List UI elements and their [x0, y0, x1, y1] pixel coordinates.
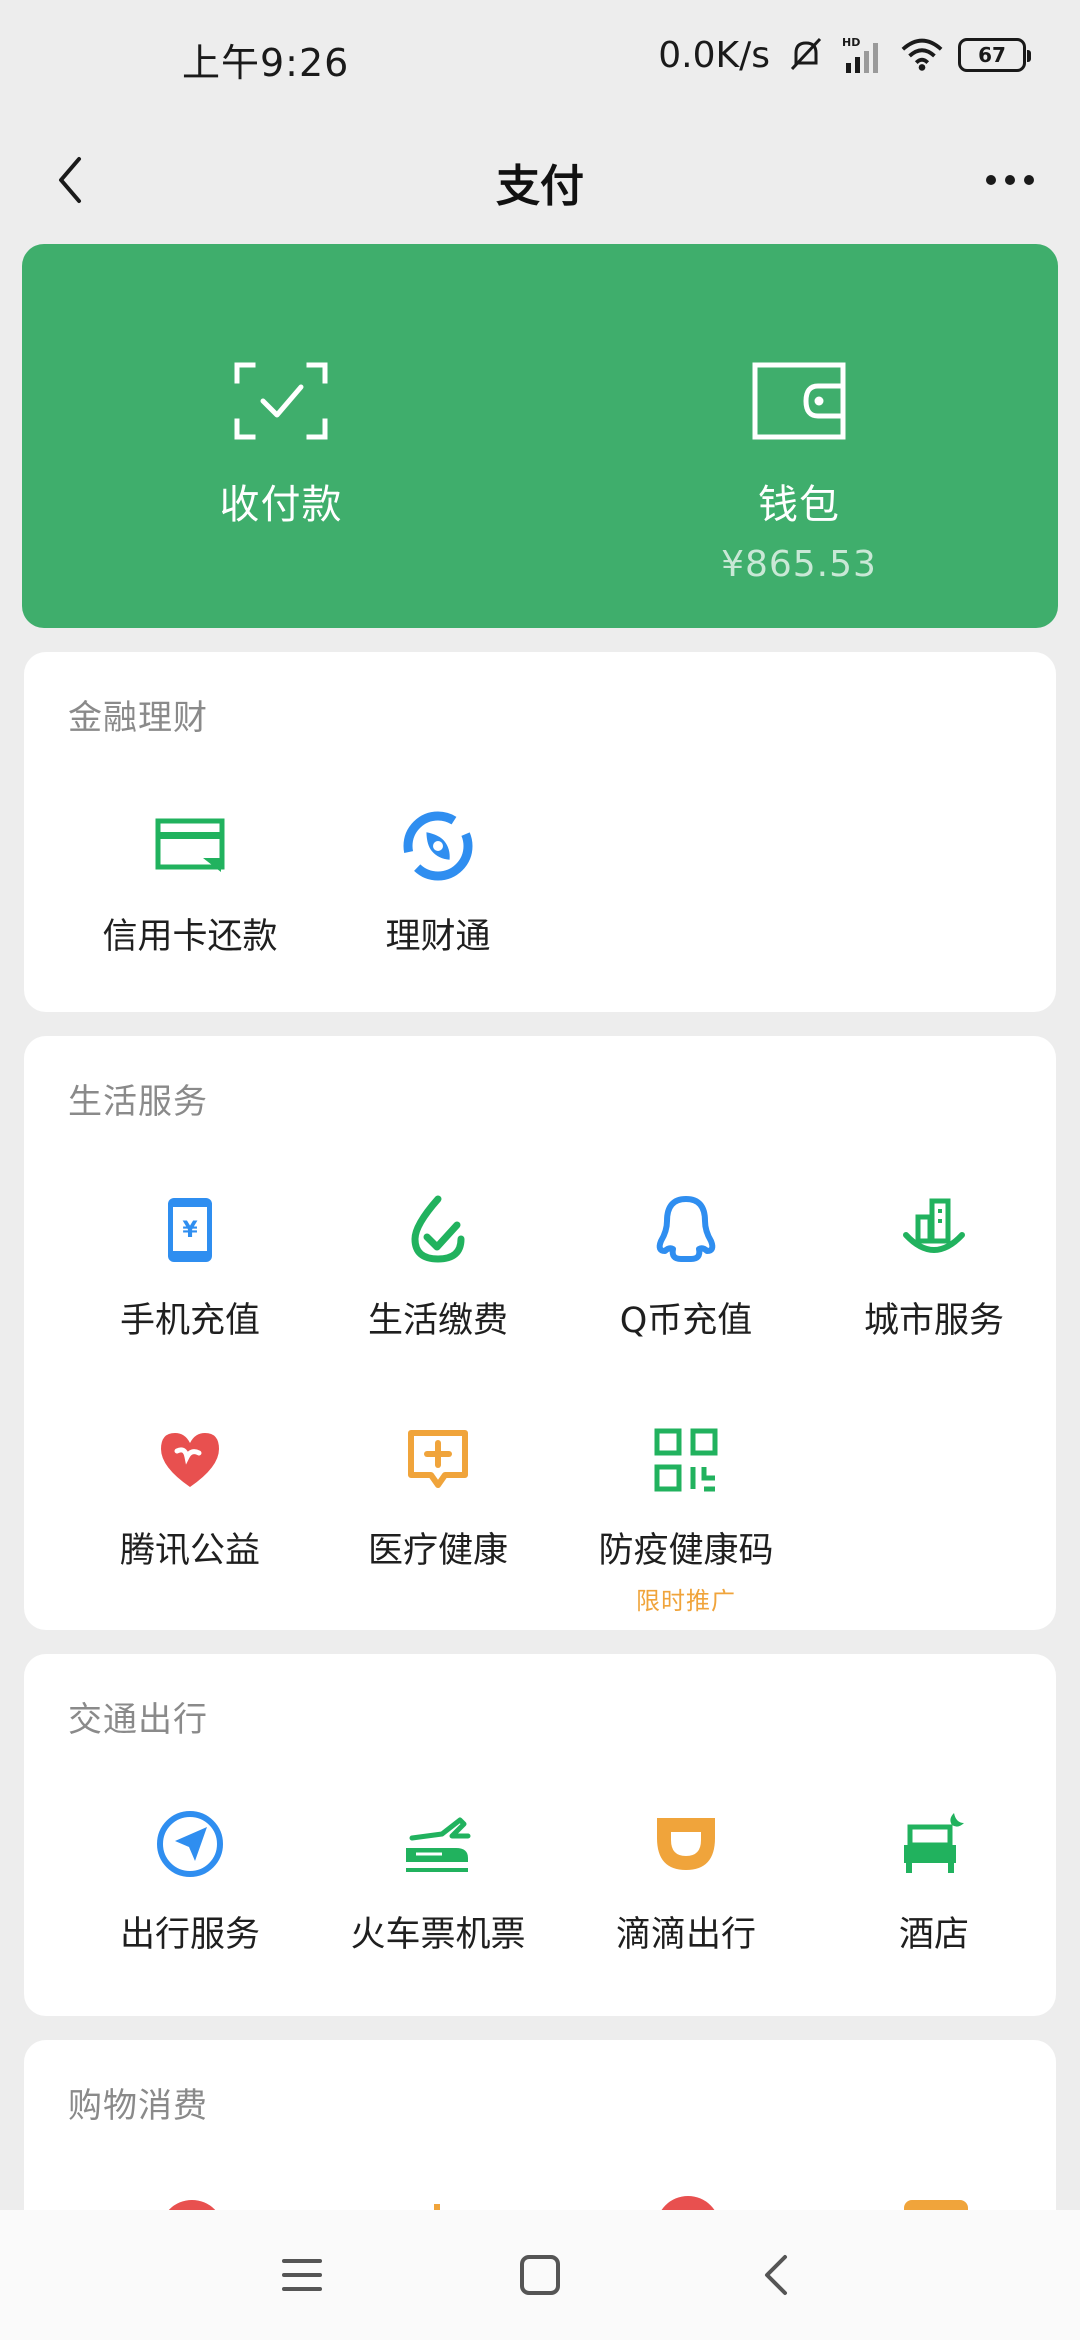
- qq-penguin-icon: [646, 1190, 726, 1270]
- grid-item-label: 酒店: [898, 1915, 969, 1955]
- home-square-icon: [520, 2255, 560, 2295]
- scan-check-icon: [231, 356, 331, 446]
- grid-item-label: 手机充值: [119, 1301, 260, 1341]
- grid-item-label: 腾讯公益: [119, 1531, 260, 1571]
- grid-item-wealth[interactable]: 理财通: [314, 806, 562, 959]
- grid-item-train-plane[interactable]: 火车票机票: [314, 1804, 562, 1957]
- promo-badge: 限时推广: [636, 1587, 736, 1615]
- svg-text:HD: HD: [842, 36, 860, 49]
- wallet-icon: [749, 356, 849, 446]
- grid-item-label: 出行服务: [119, 1915, 260, 1955]
- section-title: 金融理财: [68, 698, 208, 738]
- grid-item-health-code[interactable]: 防疫健康码 限时推广: [562, 1420, 810, 1616]
- wifi-icon: [900, 33, 944, 77]
- grid-item-hotel[interactable]: 酒店: [810, 1804, 1058, 1957]
- grid-item-label: 信用卡还款: [102, 917, 278, 957]
- grid-item-city-service[interactable]: 城市服务: [810, 1190, 1058, 1343]
- status-time: 上午9:26: [182, 41, 350, 85]
- didi-icon: [646, 1804, 726, 1884]
- page-title: 支付: [496, 161, 584, 212]
- grid-item-label: 生活缴费: [367, 1301, 508, 1341]
- battery-icon: 67: [958, 38, 1031, 72]
- mute-bell-icon: [784, 33, 828, 77]
- grid-item-qcoin[interactable]: Q币充值: [562, 1190, 810, 1343]
- grid-item-label: 防疫健康码: [598, 1531, 774, 1571]
- compass-icon: [150, 1804, 230, 1884]
- grid-item-didi[interactable]: 滴滴出行: [562, 1804, 810, 1957]
- phone-topup-icon: ¥: [150, 1190, 230, 1270]
- grid-item-label: 理财通: [385, 917, 491, 957]
- section-title: 购物消费: [68, 2086, 208, 2126]
- wallet-balance: ¥865.53: [721, 544, 877, 585]
- grid-item-label: 火车票机票: [350, 1915, 526, 1955]
- grid-item-medical[interactable]: 医疗健康: [314, 1420, 562, 1573]
- back-chevron-icon: [765, 2255, 787, 2295]
- menu-button[interactable]: [262, 2240, 342, 2310]
- battery-level: 67: [978, 43, 1006, 67]
- grid-item-charity[interactable]: 腾讯公益: [66, 1420, 314, 1573]
- credit-card-icon: [150, 806, 230, 886]
- grid-item-phone-topup[interactable]: ¥ 手机充值: [66, 1190, 314, 1343]
- grid-item-label: Q币充值: [619, 1301, 753, 1341]
- svg-text:¥: ¥: [182, 1218, 198, 1243]
- menu-icon: [282, 2259, 322, 2291]
- utility-bill-icon: [398, 1190, 478, 1270]
- train-plane-icon: [398, 1804, 478, 1884]
- more-dots-icon: [986, 175, 1034, 185]
- status-indicators: 0.0K/s HD 67: [658, 30, 1031, 80]
- system-nav-bar: [0, 2210, 1080, 2340]
- hotel-bed-icon: [894, 1804, 974, 1884]
- wallet-button[interactable]: 钱包 ¥865.53: [540, 244, 1058, 628]
- system-back-button[interactable]: [736, 2240, 816, 2310]
- medical-icon: [398, 1420, 478, 1500]
- grid-item-label: 医疗健康: [367, 1531, 508, 1571]
- wallet-label: 钱包: [758, 482, 840, 528]
- signal-icon: HD: [842, 33, 886, 77]
- more-button[interactable]: [970, 140, 1050, 220]
- qr-code-icon: [646, 1420, 726, 1500]
- finance-section: 金融理财 信用卡还款 理财通: [24, 652, 1056, 1012]
- grid-item-utility-bill[interactable]: 生活缴费: [314, 1190, 562, 1343]
- receive-pay-button[interactable]: 收付款: [22, 244, 540, 628]
- pay-hero-card: 收付款 钱包 ¥865.53: [22, 244, 1058, 628]
- section-title: 交通出行: [68, 1700, 208, 1740]
- nav-bar: 支付: [0, 120, 1080, 240]
- charity-heart-icon: [150, 1420, 230, 1500]
- receive-pay-label: 收付款: [219, 482, 343, 528]
- grid-item-travel[interactable]: 出行服务: [66, 1804, 314, 1957]
- home-button[interactable]: [500, 2240, 580, 2310]
- city-service-icon: [894, 1190, 974, 1270]
- wealth-icon: [398, 806, 478, 886]
- life-services-section: 生活服务 ¥ 手机充值 生活缴费 Q币充值 城市服务 腾讯公益 医疗健康 防疫健…: [24, 1036, 1056, 1630]
- section-title: 生活服务: [68, 1082, 208, 1122]
- transport-section: 交通出行 出行服务 火车票机票 滴滴出行 酒店: [24, 1654, 1056, 2016]
- grid-item-label: 城市服务: [863, 1301, 1004, 1341]
- network-speed: 0.0K/s: [658, 34, 770, 76]
- status-bar: 上午9:26 0.0K/s HD 67: [0, 0, 1080, 120]
- grid-item-credit-card[interactable]: 信用卡还款: [66, 806, 314, 959]
- grid-item-label: 滴滴出行: [615, 1915, 756, 1955]
